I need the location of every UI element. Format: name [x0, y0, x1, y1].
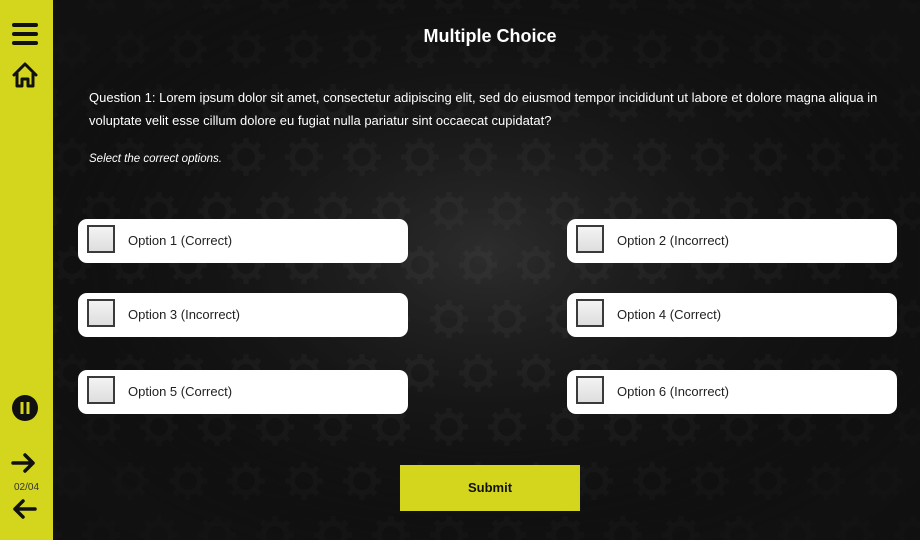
option-1-checkbox[interactable] — [87, 225, 115, 253]
hamburger-menu-icon[interactable] — [10, 20, 40, 48]
option-5-checkbox[interactable] — [87, 376, 115, 404]
option-1-label: Option 1 (Correct) — [128, 233, 233, 248]
option-4-checkbox[interactable] — [576, 299, 604, 327]
option-3[interactable]: Option 3 (Incorrect) — [78, 293, 408, 337]
option-4[interactable]: Option 4 (Correct) — [567, 293, 897, 337]
option-3-checkbox[interactable] — [87, 299, 115, 327]
option-2-checkbox[interactable] — [576, 225, 604, 253]
option-3-label: Option 3 (Incorrect) — [128, 307, 240, 322]
option-2-label: Option 2 (Incorrect) — [617, 233, 729, 248]
gear-pattern-background — [53, 0, 920, 540]
option-6-checkbox[interactable] — [576, 376, 604, 404]
home-icon[interactable] — [10, 60, 40, 90]
submit-button[interactable]: Submit — [400, 465, 580, 511]
option-6[interactable]: Option 6 (Incorrect) — [567, 370, 897, 414]
option-6-label: Option 6 (Incorrect) — [617, 384, 729, 399]
instruction-text: Select the correct options. — [89, 153, 222, 165]
page-counter: 02/04 — [13, 482, 40, 493]
page-title: Multiple Choice — [423, 26, 557, 46]
sidebar: 02/04 — [0, 0, 53, 540]
arrow-right-icon[interactable] — [10, 452, 38, 474]
quiz-content-area: Multiple Choice Question 1: Lorem ipsum … — [53, 0, 920, 540]
option-2[interactable]: Option 2 (Incorrect) — [567, 219, 897, 263]
pause-icon[interactable] — [11, 394, 39, 422]
question-text: Question 1: Lorem ipsum dolor sit amet, … — [89, 90, 878, 128]
option-1[interactable]: Option 1 (Correct) — [78, 219, 408, 263]
option-5[interactable]: Option 5 (Correct) — [78, 370, 408, 414]
arrow-left-icon[interactable] — [10, 498, 38, 520]
option-4-label: Option 4 (Correct) — [617, 307, 722, 322]
option-5-label: Option 5 (Correct) — [128, 384, 233, 399]
